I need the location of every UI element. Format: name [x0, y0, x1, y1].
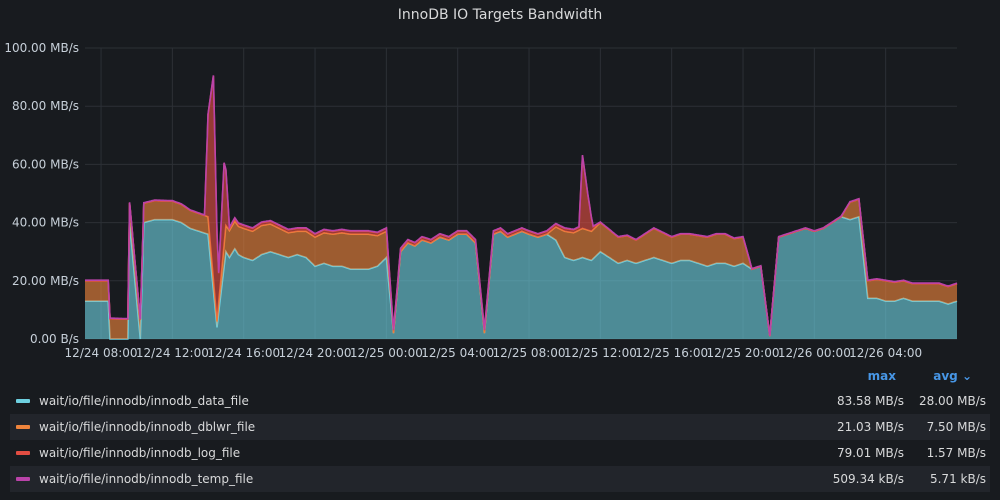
y-tick-label: 0.00 B/s	[30, 332, 79, 346]
x-tick-label: 12/26 04:00	[849, 346, 922, 360]
legend-avg-value: 28.00 MB/s	[918, 394, 986, 408]
legend: max avg ⌄ wait/io/file/innodb/innodb_dat…	[10, 366, 990, 492]
legend-series-name: wait/io/file/innodb/innodb_dblwr_file	[39, 420, 256, 434]
y-tick-label: 80.00 MB/s	[12, 99, 79, 113]
x-tick-label: 12/25 00:00	[350, 346, 423, 360]
y-tick-label: 100.00 MB/s	[4, 41, 79, 55]
legend-header-avg[interactable]: avg ⌄	[933, 369, 972, 383]
legend-max-value: 79.01 MB/s	[836, 446, 904, 460]
legend-max-value: 509.34 kB/s	[832, 472, 904, 486]
legend-row-log-file[interactable]: wait/io/file/innodb/innodb_log_file 79.0…	[10, 440, 990, 466]
legend-row-data-file[interactable]: wait/io/file/innodb/innodb_data_file 83.…	[10, 388, 990, 414]
x-axis-ticks: 12/24 08:0012/24 12:0012/24 16:0012/24 2…	[65, 346, 923, 360]
x-tick-label: 12/25 04:00	[421, 346, 494, 360]
legend-avg-value: 7.50 MB/s	[926, 420, 986, 434]
x-tick-label: 12/24 16:00	[207, 346, 280, 360]
legend-max-value: 21.03 MB/s	[836, 420, 904, 434]
y-axis-ticks: 0.00 B/s 20.00 MB/s 40.00 MB/s 60.00 MB/s 80…	[4, 41, 79, 346]
series-areas	[85, 75, 958, 340]
legend-series-name: wait/io/file/innodb/innodb_log_file	[39, 446, 241, 460]
legend-header: max avg ⌄	[10, 366, 990, 388]
legend-header-max[interactable]: max	[868, 369, 896, 383]
x-tick-label: 12/24 08:00	[65, 346, 138, 360]
legend-max-value: 83.58 MB/s	[836, 394, 904, 408]
x-tick-label: 12/24 12:00	[136, 346, 209, 360]
legend-avg-value: 5.71 kB/s	[929, 472, 986, 486]
legend-swatch	[16, 425, 30, 429]
legend-row-temp-file[interactable]: wait/io/file/innodb/innodb_temp_file 509…	[10, 466, 990, 492]
legend-series-name: wait/io/file/innodb/innodb_temp_file	[39, 472, 254, 486]
chart-panel: InnoDB IO Targets Bandwidth 0.00 B/s 20.0…	[0, 0, 1000, 500]
legend-series-name: wait/io/file/innodb/innodb_data_file	[39, 394, 249, 408]
chart-plot: 0.00 B/s 20.00 MB/s 40.00 MB/s 60.00 MB/s 80…	[4, 41, 958, 360]
x-tick-label: 12/24 20:00	[279, 346, 352, 360]
x-tick-label: 12/25 08:00	[493, 346, 566, 360]
legend-avg-value: 1.57 MB/s	[926, 446, 986, 460]
y-tick-label: 40.00 MB/s	[12, 216, 79, 230]
x-tick-label: 12/25 20:00	[707, 346, 780, 360]
x-tick-label: 12/25 12:00	[564, 346, 637, 360]
y-tick-label: 20.00 MB/s	[12, 274, 79, 288]
x-tick-label: 12/26 00:00	[778, 346, 851, 360]
x-tick-label: 12/25 16:00	[635, 346, 708, 360]
y-tick-label: 60.00 MB/s	[12, 157, 79, 171]
legend-swatch	[16, 399, 30, 403]
legend-row-dblwr-file[interactable]: wait/io/file/innodb/innodb_dblwr_file 21…	[10, 414, 990, 440]
legend-swatch	[16, 477, 30, 481]
legend-swatch	[16, 451, 30, 455]
